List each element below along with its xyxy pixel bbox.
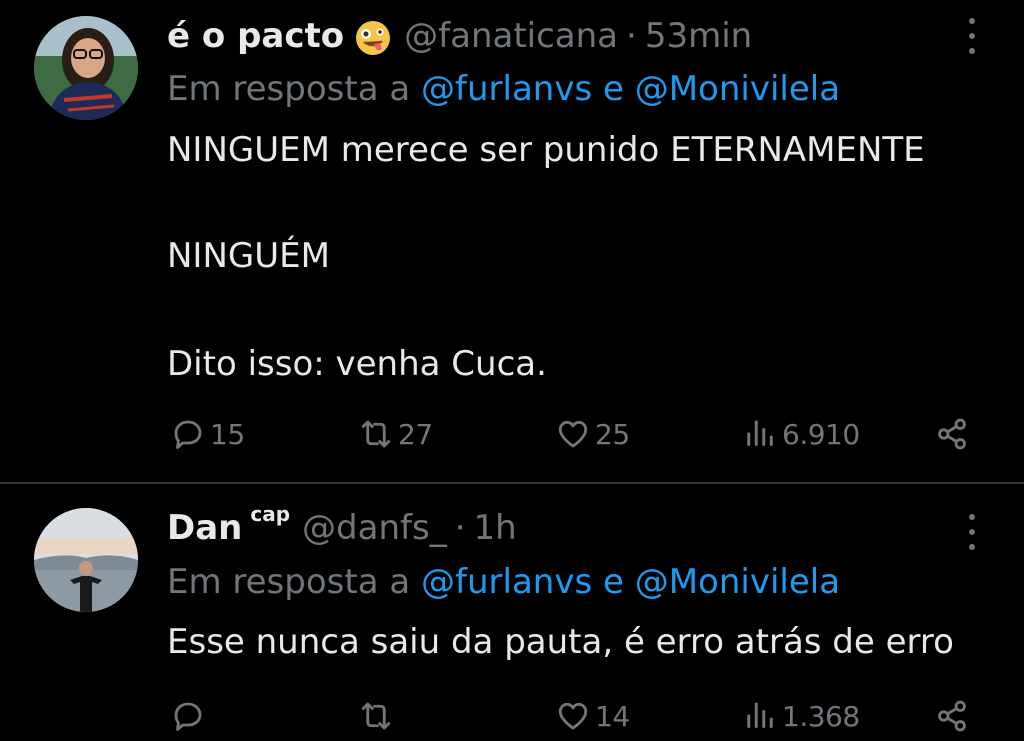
view-count: 6.910 — [782, 417, 860, 451]
mention-joiner: e — [602, 69, 624, 109]
timestamp[interactable]: 53min — [645, 14, 752, 58]
tweet-header: Dan cap @danfs_ · 1h — [167, 502, 517, 550]
views-button[interactable]: 6.910 — [742, 414, 860, 454]
handle[interactable]: @danfs_ — [302, 506, 447, 550]
views-icon — [747, 420, 773, 446]
view-count: 1.368 — [782, 699, 860, 733]
mention-link[interactable]: @Monivilela — [635, 562, 840, 602]
tweet-text: NINGUÉM — [167, 236, 330, 276]
tweet-text: Dito isso: venha Cuca. — [167, 344, 547, 384]
timeline-feed: é o pacto @fanaticana · 53min Em respost… — [0, 0, 1024, 741]
separator-dot: · — [454, 508, 466, 548]
name-suffix: cap — [250, 502, 291, 526]
views-button[interactable]: 1.368 — [742, 696, 860, 736]
reply-count: 15 — [210, 417, 245, 451]
mention-link[interactable]: @Monivilela — [635, 69, 840, 109]
like-button[interactable]: 25 — [555, 414, 630, 454]
retweet-icon — [361, 702, 391, 730]
avatar-image — [34, 508, 138, 612]
timestamp[interactable]: 1h — [474, 506, 517, 550]
mention-joiner: e — [602, 562, 624, 602]
reply-context: Em resposta a @furlanvs e @Monivilela — [167, 67, 840, 111]
display-name[interactable]: Dan — [167, 506, 242, 550]
more-options-icon[interactable] — [962, 514, 982, 550]
share-button[interactable] — [934, 414, 970, 454]
display-name[interactable]: é o pacto — [167, 14, 344, 58]
reply-button[interactable]: 15 — [170, 414, 245, 454]
more-options-icon[interactable] — [962, 18, 982, 54]
share-icon — [938, 700, 966, 732]
separator-dot: · — [626, 16, 637, 56]
mention-link[interactable]: @furlanvs — [421, 69, 592, 109]
retweet-button[interactable] — [358, 696, 398, 736]
reply-prefix: Em resposta a — [167, 69, 411, 109]
retweet-count: 27 — [398, 417, 433, 451]
heart-icon — [558, 702, 588, 730]
tweet-actions: 15 27 25 6.910 — [0, 414, 1024, 454]
reply-icon — [174, 702, 202, 731]
tweet-text: NINGUEM merece ser punido ETERNAMENTE — [167, 130, 925, 170]
like-count: 14 — [595, 699, 630, 733]
mention-link[interactable]: @furlanvs — [421, 562, 592, 602]
tweet[interactable]: é o pacto @fanaticana · 53min Em respost… — [0, 0, 1024, 482]
tweet-actions: 14 1.368 — [0, 696, 1024, 736]
retweet-icon — [361, 420, 391, 448]
heart-icon — [558, 420, 588, 448]
reply-prefix: Em resposta a — [167, 562, 411, 602]
retweet-button[interactable]: 27 — [358, 414, 433, 454]
reply-context: Em resposta a @furlanvs e @Monivilela — [167, 560, 840, 604]
like-button[interactable]: 14 — [555, 696, 630, 736]
avatar[interactable] — [34, 16, 138, 120]
like-count: 25 — [595, 417, 630, 451]
reply-button[interactable] — [170, 696, 210, 736]
views-icon — [747, 702, 773, 728]
tweet[interactable]: Dan cap @danfs_ · 1h Em resposta a @furl… — [0, 484, 1024, 741]
avatar-image — [34, 16, 138, 120]
avatar[interactable] — [34, 508, 138, 612]
tweet-text: Esse nunca saiu da pauta, é erro atrás d… — [167, 622, 954, 662]
handle[interactable]: @fanaticana — [404, 14, 618, 58]
reply-icon — [174, 420, 202, 449]
share-icon — [938, 418, 966, 450]
share-button[interactable] — [934, 696, 970, 736]
tweet-header: é o pacto @fanaticana · 53min — [167, 14, 752, 58]
zany-face-emoji-icon — [354, 19, 392, 57]
